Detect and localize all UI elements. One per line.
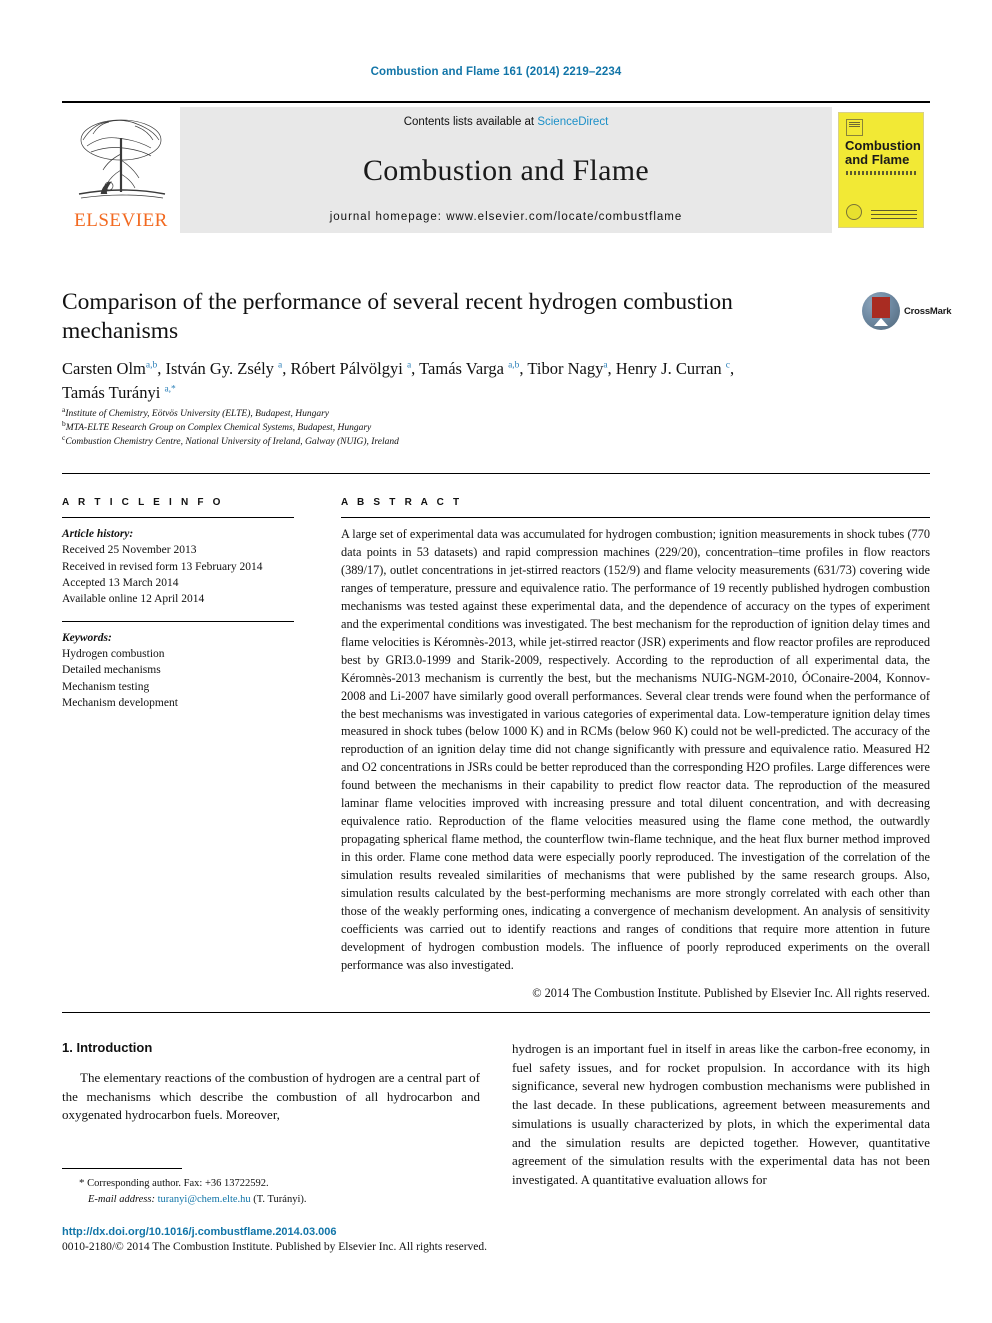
journal-title: Combustion and Flame xyxy=(363,153,649,187)
running-head: Combustion and Flame 161 (2014) 2219–223… xyxy=(370,66,622,78)
introduction-right-column: hydrogen is an important fuel in itself … xyxy=(512,1040,930,1190)
crossmark-logo-icon xyxy=(862,292,900,330)
history-item: Accepted 13 March 2014 xyxy=(62,576,179,589)
keyword-item: Mechanism testing xyxy=(62,680,150,693)
contents-prefix: Contents lists available at xyxy=(403,116,538,128)
introduction-paragraph-left: The elementary reactions of the combusti… xyxy=(62,1070,480,1123)
elsevier-wordmark: ELSEVIER xyxy=(74,210,168,231)
article-info-rule xyxy=(62,517,294,518)
cover-title-line2: and Flame xyxy=(845,151,910,167)
footnote-rule xyxy=(62,1168,182,1169)
keywords-rule xyxy=(62,620,294,622)
abstract-body: A large set of experimental data was acc… xyxy=(341,527,930,972)
affiliation-b: bMTA-ELTE Research Group on Complex Chem… xyxy=(62,419,762,436)
abstract-heading: A B S T R A C T xyxy=(341,497,463,508)
cover-subtitle-rule xyxy=(846,171,918,175)
affiliation-a: aInstitute of Chemistry, Eötvös Universi… xyxy=(62,406,762,422)
journal-homepage[interactable]: journal homepage: www.elsevier.com/locat… xyxy=(330,211,683,223)
keyword-item: Hydrogen combustion xyxy=(62,647,165,660)
article-info-section: A R T I C L E I N F O Article history: R… xyxy=(62,497,294,711)
history-item: Available online 12 April 2014 xyxy=(62,593,205,606)
affiliation-list: aInstitute of Chemistry, Eötvös Universi… xyxy=(62,406,762,450)
email-link[interactable]: turanyi@chem.elte.hu xyxy=(158,1194,251,1205)
cover-footer-rule xyxy=(871,210,917,219)
keyword-item: Mechanism development xyxy=(62,696,178,709)
history-item: Received in revised form 13 February 201… xyxy=(62,560,263,573)
elsevier-tree-icon xyxy=(78,119,166,199)
crossmark-badge[interactable]: CrossMark xyxy=(862,290,952,332)
introduction-paragraph-right: hydrogen is an important fuel in itself … xyxy=(512,1041,930,1188)
contents-list-line: Contents lists available at ScienceDirec… xyxy=(404,116,609,128)
email-owner: (T. Turányi). xyxy=(253,1193,307,1205)
crossmark-label: CrossMark xyxy=(904,305,952,317)
corresponding-author-note: * Corresponding author. Fax: +36 1372259… xyxy=(62,1175,482,1192)
issn-copyright-line: 0010-2180/© 2014 The Combustion Institut… xyxy=(62,1241,488,1253)
journal-cover-thumbnail: Combustion and Flame xyxy=(832,107,930,233)
cover-title: Combustion and Flame xyxy=(845,139,921,167)
corresponding-author-text: Corresponding author. Fax: +36 13722592. xyxy=(87,1178,269,1189)
introduction-heading: 1. Introduction xyxy=(62,1040,153,1055)
cover-seal-icon xyxy=(846,204,862,220)
article-info-heading: A R T I C L E I N F O xyxy=(62,497,224,508)
journal-masthead: ELSEVIER Contents lists available at Sci… xyxy=(62,101,930,235)
keywords-label: Keywords: xyxy=(62,631,112,644)
keyword-item: Detailed mechanisms xyxy=(62,664,161,677)
elsevier-logo: ELSEVIER xyxy=(62,107,180,233)
abstract-copyright: © 2014 The Combustion Institute. Publish… xyxy=(532,985,930,1000)
footnote-block: * Corresponding author. Fax: +36 1372259… xyxy=(62,1175,482,1208)
journal-band: Contents lists available at ScienceDirec… xyxy=(180,107,832,233)
introduction-left-column: 1. Introduction The elementary reactions… xyxy=(62,1040,480,1125)
abstract-rule xyxy=(341,517,930,518)
doi-link[interactable]: http://dx.doi.org/10.1016/j.combustflame… xyxy=(62,1226,337,1238)
cover-publisher-badge-icon xyxy=(846,119,863,136)
article-history-block: Article history: Received 25 November 20… xyxy=(62,526,294,608)
corresponding-author-marker: * xyxy=(79,1177,85,1189)
email-note: E-mail address: turanyi@chem.elte.hu (T.… xyxy=(62,1192,482,1208)
body-divider xyxy=(62,1012,930,1013)
affiliation-text-a: Institute of Chemistry, Eötvös Universit… xyxy=(65,409,330,419)
paper-title: Comparison of the performance of several… xyxy=(62,289,733,345)
affiliation-text-b: MTA-ELTE Research Group on Complex Chemi… xyxy=(65,422,372,433)
paper-page: Combustion and Flame 161 (2014) 2219–223… xyxy=(0,0,992,1323)
header-divider xyxy=(62,473,930,474)
history-item: Received 25 November 2013 xyxy=(62,544,197,557)
article-history-label: Article history: xyxy=(62,528,134,540)
email-label: E-mail address: xyxy=(88,1193,155,1205)
keywords-block: Keywords: Hydrogen combustion Detailed m… xyxy=(62,620,294,712)
author-list: Carsten Olma,b, István Gy. Zsély a, Róbe… xyxy=(62,359,735,402)
abstract-section: A B S T R A C T A large set of experimen… xyxy=(341,497,930,1003)
sciencedirect-link[interactable]: ScienceDirect xyxy=(537,116,608,128)
affiliation-c: cCombustion Chemistry Centre, National U… xyxy=(62,433,762,450)
affiliation-text-c: Combustion Chemistry Centre, National Un… xyxy=(65,436,399,447)
